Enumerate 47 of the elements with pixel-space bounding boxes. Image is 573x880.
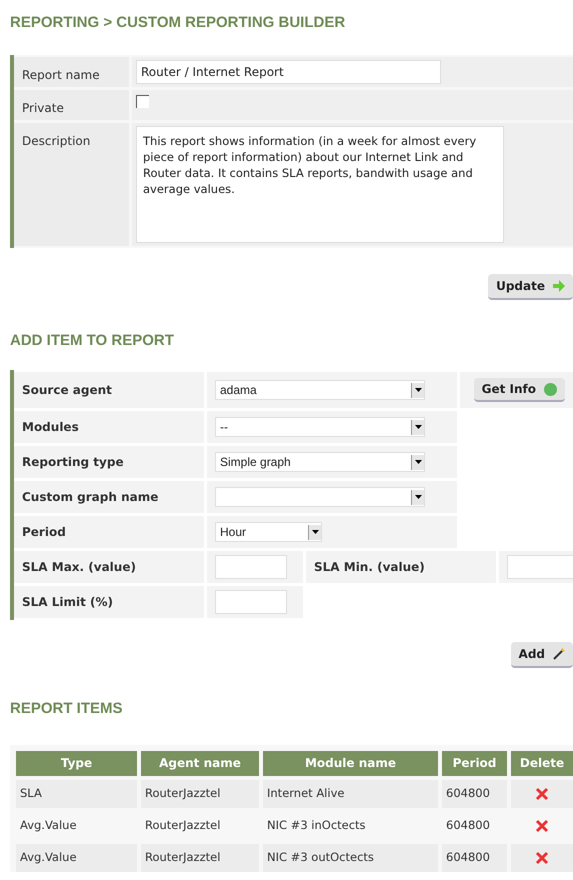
- section-heading: REPORT ITEMS: [10, 699, 124, 719]
- column-header: Delete: [511, 750, 573, 776]
- column-header: Type: [16, 750, 137, 776]
- column-header: Module name: [263, 750, 438, 776]
- update-button[interactable]: Update: [488, 274, 573, 300]
- select-field[interactable]: Simple graph: [215, 452, 425, 472]
- arrow-right-icon: [553, 280, 565, 292]
- field-label: SLA Limit (%): [22, 594, 114, 611]
- table-cell: 604800: [442, 780, 507, 808]
- table-cell: Internet Alive: [263, 780, 438, 808]
- table-cell: SLA: [16, 780, 137, 808]
- wand-icon: [553, 648, 565, 660]
- delete-icon[interactable]: [535, 850, 549, 864]
- private-checkbox[interactable]: [136, 94, 149, 108]
- field-label: SLA Min. (value): [314, 559, 425, 576]
- get-info-button[interactable]: Get Info: [474, 378, 565, 402]
- table-cell: NIC #3 outOctects: [263, 844, 438, 872]
- select-field[interactable]: --: [215, 417, 425, 437]
- field-label: Modules: [22, 419, 79, 436]
- add-button[interactable]: Add: [510, 642, 573, 668]
- select-field[interactable]: Hour: [215, 522, 322, 542]
- report-name-field[interactable]: Router / Internet Report: [136, 60, 441, 84]
- column-header: Agent name: [141, 750, 259, 776]
- section-heading: REPORTING > CUSTOM REPORTING BUILDER: [10, 13, 346, 33]
- field-label: Period: [22, 524, 66, 541]
- column-header: Period: [442, 750, 507, 776]
- field-label: SLA Max. (value): [22, 559, 136, 576]
- delete-icon[interactable]: [535, 818, 549, 832]
- select-field[interactable]: adama: [215, 380, 425, 400]
- delete-icon[interactable]: [535, 786, 549, 800]
- field-label: Report name: [22, 68, 100, 82]
- field-label: Custom graph name: [22, 489, 158, 506]
- select-field[interactable]: [215, 487, 425, 507]
- field-label: Private: [22, 100, 64, 114]
- info-icon: [544, 382, 557, 396]
- table-cell: 604800: [442, 844, 507, 872]
- input-field[interactable]: [507, 555, 573, 579]
- section-heading: ADD ITEM TO REPORT: [10, 330, 175, 350]
- field-label: Description: [22, 134, 90, 148]
- field-label: Reporting type: [22, 454, 124, 471]
- input-field[interactable]: [215, 590, 287, 614]
- table-cell: Avg.Value: [16, 844, 137, 872]
- field-label: Source agent: [22, 382, 112, 399]
- input-field[interactable]: [215, 555, 287, 579]
- table-cell: RouterJazztel: [141, 780, 259, 808]
- table-cell: RouterJazztel: [141, 844, 259, 872]
- description-field[interactable]: This report shows information (in a week for almost every piece of report information) about our Internet Link and Router data. It contains SLA reports, bandwith usage and average values.: [136, 126, 504, 242]
